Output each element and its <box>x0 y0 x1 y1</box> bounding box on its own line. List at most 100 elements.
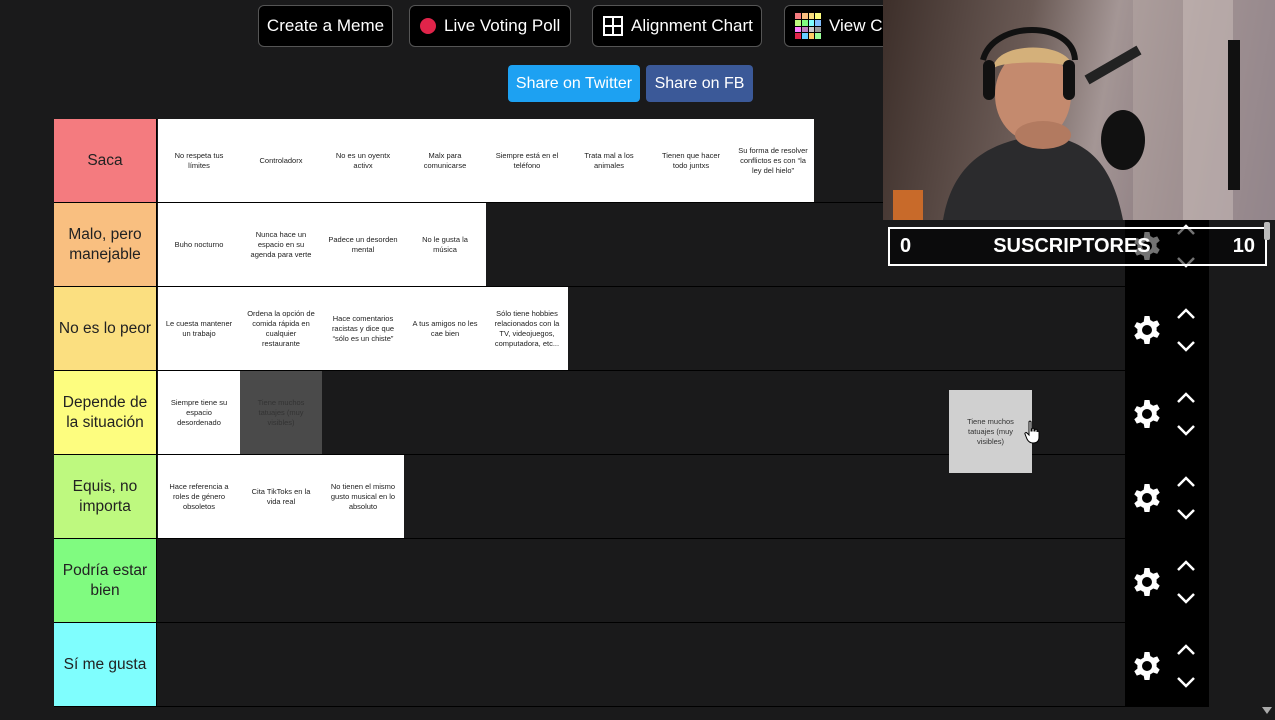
share-twitter-label: Share on Twitter <box>515 74 633 92</box>
card-text: Le cuesta mantener un trabajo <box>165 318 233 338</box>
tier-card[interactable]: Nunca hace un espacio en su agenda para … <box>240 203 322 286</box>
card-text: No tienen el mismo gusto musical en lo a… <box>330 481 396 511</box>
tier-card[interactable]: Cita TikToks en la vida real <box>240 455 322 538</box>
card-text: Cita TikToks en la vida real <box>251 486 311 506</box>
card-text: Buho nocturno <box>174 239 224 249</box>
tier-card[interactable]: Padece un desorden mental <box>322 203 404 286</box>
tier-row[interactable]: Podría estar bien <box>54 539 1209 623</box>
tier-card[interactable]: Siempre está en el teléfono <box>486 119 568 202</box>
tier-card[interactable]: Trata mal a los animales <box>568 119 650 202</box>
dragged-card-text: Tiene muchos tatuajes (muy visibles) <box>967 416 1014 446</box>
tier-label[interactable]: Depende de la situación <box>54 371 157 454</box>
chevron-down-icon[interactable] <box>1173 591 1199 605</box>
live-voting-poll-button[interactable]: Live Voting Poll <box>409 5 571 47</box>
tier-label[interactable]: Malo, pero manejable <box>54 203 157 286</box>
card-text: Siempre tiene su espacio desordenado <box>170 397 228 427</box>
share-fb-label: Share on FB <box>654 74 745 92</box>
dragged-card[interactable]: Tiene muchos tatuajes (muy visibles) <box>949 390 1032 473</box>
record-dot-icon <box>420 18 436 34</box>
scroll-down-arrow-icon[interactable] <box>1262 707 1272 714</box>
tier-label[interactable]: Equis, no importa <box>54 455 157 538</box>
subscriber-goal-bar: 0 SUSCRIPTORES 10 <box>888 227 1267 266</box>
create-meme-button[interactable]: Create a Meme <box>258 5 393 47</box>
chevron-down-icon[interactable] <box>1173 339 1199 353</box>
tier-card[interactable]: Hace referencia a roles de género obsole… <box>158 455 240 538</box>
card-text: Tienen que hacer todo juntxs <box>661 150 721 170</box>
tier-card[interactable]: Tienen que hacer todo juntxs <box>650 119 732 202</box>
live-voting-poll-label: Live Voting Poll <box>444 16 561 35</box>
gear-icon[interactable] <box>1131 650 1163 682</box>
tier-card[interactable]: Sólo tiene hobbies relacionados con la T… <box>486 287 568 370</box>
tier-card[interactable]: Buho nocturno <box>158 203 240 286</box>
share-twitter-button[interactable]: Share on Twitter <box>508 65 640 102</box>
tier-row[interactable]: Equis, no importa Hace referencia a roles… <box>54 455 1209 539</box>
alignment-chart-button[interactable]: Alignment Chart <box>592 5 762 47</box>
tier-label[interactable]: No es lo peor <box>54 287 157 370</box>
tier-card[interactable]: Hace comentarios racistas y dice que “só… <box>322 287 404 370</box>
gear-icon[interactable] <box>1131 398 1163 430</box>
chevron-up-icon[interactable] <box>1173 559 1199 573</box>
tier-controls <box>1125 539 1209 622</box>
card-placeholder[interactable]: Tiene muchos tatuajes (muy visibles) <box>240 371 322 454</box>
chevron-down-icon[interactable] <box>1173 507 1199 521</box>
chevron-down-icon[interactable] <box>1173 423 1199 437</box>
tier-card[interactable]: Siempre tiene su espacio desordenado <box>158 371 240 454</box>
tier-row[interactable]: Sí me gusta <box>54 623 1209 707</box>
tier-items: Hace referencia a roles de género obsole… <box>158 455 404 538</box>
tier-items: Buho nocturno Nunca hace un espacio en su… <box>158 203 486 286</box>
alignment-chart-label: Alignment Chart <box>631 16 753 35</box>
card-text: Nunca hace un espacio en su agenda para … <box>250 229 312 259</box>
hand-cursor-icon <box>1024 420 1040 444</box>
tier-card[interactable]: No le gusta la música <box>404 203 486 286</box>
chevron-up-icon[interactable] <box>1173 475 1199 489</box>
gear-icon[interactable] <box>1131 314 1163 346</box>
tier-label[interactable]: Saca <box>54 119 157 202</box>
card-text: No respeta tus límites <box>174 150 224 170</box>
share-fb-button[interactable]: Share on FB <box>646 65 753 102</box>
tier-items: Le cuesta mantener un trabajo Ordena la o… <box>158 287 568 370</box>
tier-card[interactable]: Su forma de resolver conflictos es con “… <box>732 119 814 202</box>
card-text: Tiene muchos tatuajes (muy visibles) <box>257 397 305 427</box>
tier-card[interactable]: A tus amigos no les cae bien <box>404 287 486 370</box>
tier-label[interactable]: Sí me gusta <box>54 623 157 706</box>
chevron-up-icon[interactable] <box>1173 391 1199 405</box>
tier-items: Siempre tiene su espacio desordenado Tien… <box>158 371 322 454</box>
card-text: Siempre está en el teléfono <box>495 150 559 170</box>
chevron-up-icon[interactable] <box>1173 307 1199 321</box>
card-text: No le gusta la música <box>422 234 468 254</box>
tier-card[interactable]: Malx para comunicarse <box>404 119 486 202</box>
tier-card[interactable]: Le cuesta mantener un trabajo <box>158 287 240 370</box>
card-text: A tus amigos no les cae bien <box>412 318 478 338</box>
card-text: Hace comentarios racistas y dice que “só… <box>331 313 395 343</box>
subscriber-count: 0 <box>900 235 912 257</box>
card-text: Sólo tiene hobbies relacionados con la T… <box>494 308 560 348</box>
subscriber-goal: 10 <box>1232 235 1255 257</box>
tier-card[interactable]: No es un oyentx activx <box>322 119 404 202</box>
webcam-feed <box>883 0 1275 220</box>
gear-icon[interactable] <box>1131 482 1163 514</box>
tier-items: No respeta tus límites Controladorx No es … <box>158 119 814 202</box>
tier-card[interactable]: No respeta tus límites <box>158 119 240 202</box>
card-text: Controladorx <box>259 155 303 165</box>
streamer-video-image <box>893 0 1275 220</box>
card-text: No es un oyentx activx <box>335 150 391 170</box>
subscriber-label: SUSCRIPTORES <box>993 235 1151 257</box>
chevron-down-icon[interactable] <box>1173 675 1199 689</box>
tier-controls <box>1125 623 1209 706</box>
scrollbar-thumb[interactable] <box>1264 222 1270 240</box>
tier-card[interactable]: Ordena la opción de comida rápida en cua… <box>240 287 322 370</box>
tier-card[interactable]: Controladorx <box>240 119 322 202</box>
color-palette-icon <box>795 13 821 39</box>
create-meme-label: Create a Meme <box>266 16 385 35</box>
card-text: Trata mal a los animales <box>584 150 634 170</box>
card-text: Hace referencia a roles de género obsole… <box>169 481 229 511</box>
tier-label[interactable]: Podría estar bien <box>54 539 157 622</box>
tier-card[interactable]: No tienen el mismo gusto musical en lo a… <box>322 455 404 538</box>
gear-icon[interactable] <box>1131 566 1163 598</box>
tier-controls <box>1125 455 1209 538</box>
card-text: Ordena la opción de comida rápida en cua… <box>247 308 315 348</box>
grid-icon <box>603 16 623 36</box>
chevron-up-icon[interactable] <box>1173 643 1199 657</box>
tier-controls <box>1125 287 1209 370</box>
tier-row[interactable]: No es lo peor Le cuesta mantener un traba… <box>54 287 1209 371</box>
